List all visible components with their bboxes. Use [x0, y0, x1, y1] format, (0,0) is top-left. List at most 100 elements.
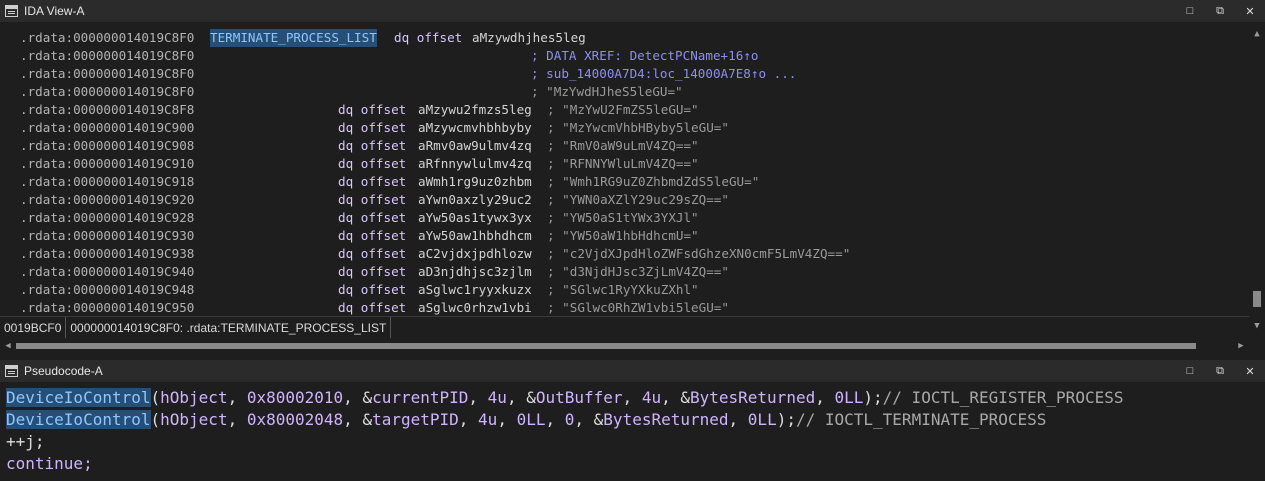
string-comment: ; "Wmh1RG9uZ0ZhbmdZdS5leGU=" [547, 174, 760, 189]
operand-label[interactable]: aSglwc1ryyxkuzx [418, 281, 532, 299]
scroll-down-icon[interactable]: ▼ [1249, 320, 1265, 332]
variable[interactable]: BytesReturned [603, 410, 728, 429]
variable[interactable]: OutBuffer [536, 388, 623, 407]
mnemonic: dq offset [338, 138, 407, 153]
close-icon[interactable]: ✕ [1235, 0, 1265, 22]
operand-label[interactable]: aYwn0axzly29uc2 [418, 191, 532, 209]
string-comment: ; "YW50aS1tYWx3YXJl" [547, 210, 699, 225]
pseudocode-line-4[interactable]: continue; [6, 453, 93, 475]
separator: , [545, 410, 565, 429]
float-icon[interactable]: ⧉ [1205, 0, 1235, 22]
mnemonic: dq offset [338, 282, 407, 297]
mnemonic: dq offset [338, 228, 407, 243]
address: .rdata:000000014019C8F0 [20, 84, 195, 99]
pseudocode-title: Pseudocode-A [24, 364, 103, 378]
variable[interactable]: targetPID [372, 410, 459, 429]
disassembly-view[interactable]: .rdata:000000014019C8F0 TERMINATE_PROCESS… [0, 28, 1249, 316]
mnemonic: dq offset [394, 30, 463, 45]
restore-icon[interactable]: □ [1175, 0, 1205, 22]
ida-view-title: IDA View-A [24, 4, 85, 18]
string-comment: ; "MzYwdHJheS5leGU=" [531, 84, 683, 99]
function-name[interactable]: DeviceIoControl [6, 388, 151, 407]
ida-horizontal-scrollbar[interactable]: ◀ ▶ [0, 338, 1249, 354]
number: 4u [478, 410, 498, 429]
mnemonic: dq offset [338, 156, 407, 171]
operand-label[interactable]: aYw50as1tywx3yx [418, 209, 532, 227]
operand-label[interactable]: aMzywu2fmzs5leg [418, 101, 532, 119]
pseudocode-line-3[interactable]: ++j; [6, 431, 45, 453]
mnemonic: dq offset [338, 192, 407, 207]
ida-vertical-scrollbar[interactable]: ▲ ▼ [1249, 28, 1265, 338]
xref-comment: ; sub_14000A7D4:loc_14000A7E8↑o ... [531, 66, 797, 81]
separator: , [622, 388, 642, 407]
code-comment: // IOCTL_TERMINATE_PROCESS [795, 410, 1047, 429]
restore-icon[interactable]: □ [1175, 360, 1205, 382]
separator: , [728, 410, 748, 429]
address: .rdata:000000014019C940 [20, 264, 195, 279]
ioctl-code[interactable]: 0x80002048 [247, 410, 343, 429]
separator: , [468, 388, 488, 407]
operand-label[interactable]: aSglwc0rhzw1vbi [418, 299, 532, 316]
operand-label[interactable]: aRmv0aw9ulmv4zq [418, 137, 532, 155]
string-comment: ; "MzYwcmVhbHByby5leGU=" [547, 120, 729, 135]
separator: ); [863, 388, 883, 407]
address: .rdata:000000014019C920 [20, 192, 195, 207]
status-location: 000000014019C8F0: .rdata:TERMINATE_PROCE… [66, 316, 392, 339]
variable[interactable]: BytesReturned [690, 388, 815, 407]
symbol-name[interactable]: TERMINATE_PROCESS_LIST [210, 29, 377, 47]
scroll-right-icon[interactable]: ▶ [1233, 340, 1249, 352]
scroll-thumb[interactable] [1253, 291, 1261, 307]
pseudocode-view[interactable]: DeviceIoControl(hObject, 0x80002010, &cu… [0, 385, 1249, 481]
pseudocode-line-2[interactable]: DeviceIoControl(hObject, 0x80002048, &ta… [6, 409, 1046, 431]
string-comment: ; "MzYwU2FmZS5leGU=" [547, 102, 699, 117]
address: .rdata:000000014019C900 [20, 120, 195, 135]
number: 4u [641, 388, 662, 407]
address: .rdata:000000014019C908 [20, 138, 195, 153]
operand-label[interactable]: aRfnnywlulmv4zq [418, 155, 532, 173]
operand-label[interactable]: aMzywdhjhes5leg [472, 29, 586, 47]
address: .rdata:000000014019C910 [20, 156, 195, 171]
address: .rdata:000000014019C948 [20, 282, 195, 297]
ida-view-titlebar: IDA View-A □ ⧉ ✕ [0, 0, 1265, 22]
address: .rdata:000000014019C8F0 [20, 30, 195, 45]
mnemonic: dq offset [338, 300, 407, 315]
separator: , & [661, 388, 690, 407]
ioctl-code[interactable]: 0x80002010 [247, 388, 343, 407]
operand-label[interactable]: aWmh1rg9uz0zhbm [418, 173, 532, 191]
string-comment: ; "SGlwc0RhZW1vbi5leGU=" [547, 300, 729, 315]
function-name[interactable]: DeviceIoControl [6, 410, 151, 429]
string-comment: ; "SGlwc1RyYXkuZXhl" [547, 282, 699, 297]
variable[interactable]: currentPID [372, 388, 468, 407]
close-icon[interactable]: ✕ [1235, 360, 1265, 382]
operand-label[interactable]: aD3njdhjsc3zjlm [418, 263, 532, 281]
separator: , & [343, 388, 373, 407]
address: .rdata:000000014019C930 [20, 228, 195, 243]
address: .rdata:000000014019C938 [20, 246, 195, 261]
number: 0LL [747, 410, 777, 429]
mnemonic: dq offset [338, 264, 407, 279]
horizontal-scroll-thumb[interactable] [16, 343, 1196, 349]
string-comment: ; "YWN0aXZlY29uc29sZQ==" [547, 192, 729, 207]
mnemonic: dq offset [338, 174, 407, 189]
variable[interactable]: hObject [160, 388, 227, 407]
string-comment: ; "c2VjdXJpdHloZWFsdGhzeXN0cmF5LmV4ZQ==" [547, 246, 851, 261]
scroll-left-icon[interactable]: ◀ [0, 340, 16, 352]
xref-comment: ; DATA XREF: DetectPCName+16↑o [531, 48, 759, 63]
address: .rdata:000000014019C918 [20, 174, 195, 189]
mnemonic: dq offset [338, 210, 407, 225]
operand-label[interactable]: aMzywcmvhbhbyby [418, 119, 532, 137]
float-icon[interactable]: ⧉ [1205, 360, 1235, 382]
separator: , [227, 388, 247, 407]
separator: ); [776, 410, 796, 429]
string-comment: ; "RFNNYWluLmV4ZQ==" [547, 156, 699, 171]
address: .rdata:000000014019C950 [20, 300, 195, 315]
pseudocode-line-1[interactable]: DeviceIoControl(hObject, 0x80002010, &cu… [6, 387, 1123, 409]
code-comment: // IOCTL_REGISTER_PROCESS [882, 388, 1124, 407]
operand-label[interactable]: aYw50aw1hbhdhcm [418, 227, 532, 245]
address: .rdata:000000014019C8F0 [20, 48, 195, 63]
operand-label[interactable]: aC2vjdxjpdhlozw [418, 245, 532, 263]
number: 0LL [516, 410, 546, 429]
variable[interactable]: hObject [160, 410, 227, 429]
scroll-up-icon[interactable]: ▲ [1249, 28, 1265, 40]
pseudocode-vertical-scrollbar[interactable] [1249, 385, 1265, 481]
